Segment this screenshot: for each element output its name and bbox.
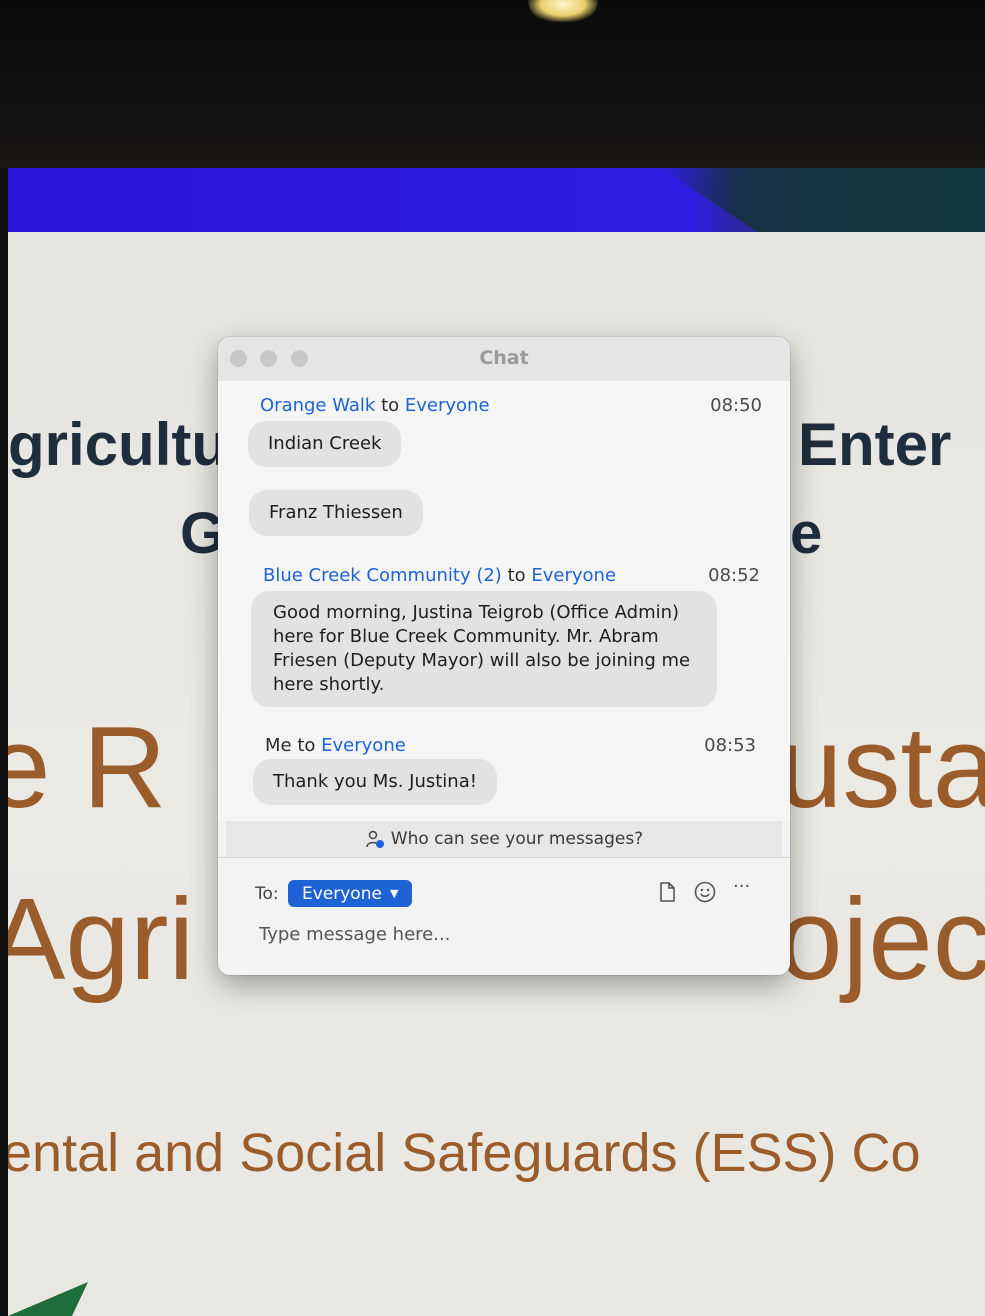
message-input[interactable]: Type message here... xyxy=(259,924,450,945)
more-icon[interactable]: ··· xyxy=(733,876,757,900)
connector-text: to xyxy=(297,735,316,756)
to-label: To: xyxy=(255,884,279,904)
chat-title: Chat xyxy=(479,347,529,369)
recipient-dropdown-value: Everyone xyxy=(302,884,382,904)
message-composer: To: Everyone ▼ ··· Type message here... xyxy=(218,857,790,975)
recipient-name[interactable]: Everyone xyxy=(321,735,406,756)
recipient-dropdown[interactable]: Everyone ▼ xyxy=(288,880,413,907)
slide-subtitle-line1-right: usta xyxy=(778,702,985,832)
file-icon[interactable] xyxy=(655,880,679,904)
chat-window: Chat Orange Walk to Everyone 08:50 India… xyxy=(218,337,790,975)
recipient-name[interactable]: Everyone xyxy=(405,395,490,416)
slide-subtitle-line2-left: Agri xyxy=(8,874,195,1004)
connector-text: to xyxy=(507,565,526,586)
slide-subtitle-line1-left: e R xyxy=(8,702,167,832)
people-visibility-icon xyxy=(365,827,385,848)
sender-name: Me xyxy=(265,735,292,756)
message-bubble[interactable]: Good morning, Justina Teigrob (Office Ad… xyxy=(251,591,717,707)
who-can-see-link[interactable]: Who can see your messages? xyxy=(226,821,782,857)
message-time: 08:53 xyxy=(704,735,756,756)
message-header: Blue Creek Community (2) to Everyone xyxy=(263,565,616,586)
chat-titlebar[interactable]: Chat xyxy=(218,337,790,382)
message-header: Me to Everyone xyxy=(265,735,406,756)
slide-footer-line: ental and Social Safeguards (ESS) Co xyxy=(8,1123,921,1183)
message-bubble[interactable]: Thank you Ms. Justina! xyxy=(253,759,497,805)
room-background xyxy=(0,0,985,170)
emoji-icon[interactable] xyxy=(693,880,717,904)
connector-text: to xyxy=(381,395,400,416)
who-can-see-text: Who can see your messages? xyxy=(390,829,644,849)
recipient-name[interactable]: Everyone xyxy=(531,565,616,586)
slide-title-line1-right: Enter xyxy=(798,411,952,478)
caret-down-icon: ▼ xyxy=(389,887,399,900)
message-list[interactable]: Orange Walk to Everyone 08:50 Indian Cre… xyxy=(218,381,790,821)
slide-title-line1-left: gricultu xyxy=(8,411,228,478)
message-bubble[interactable]: Franz Thiessen xyxy=(249,490,423,536)
monitor-bezel xyxy=(0,168,8,1316)
sender-name[interactable]: Orange Walk xyxy=(260,395,375,416)
message-time: 08:52 xyxy=(708,565,760,586)
message-bubble[interactable]: Indian Creek xyxy=(248,421,402,467)
message-time: 08:50 xyxy=(710,395,762,416)
ceiling-lamp xyxy=(528,0,598,22)
message-header: Orange Walk to Everyone xyxy=(260,395,490,416)
sender-name[interactable]: Blue Creek Community (2) xyxy=(263,565,502,586)
slide-title-line2-right: e xyxy=(790,501,823,566)
slide-subtitle-line2-right: ojec xyxy=(778,874,985,1004)
